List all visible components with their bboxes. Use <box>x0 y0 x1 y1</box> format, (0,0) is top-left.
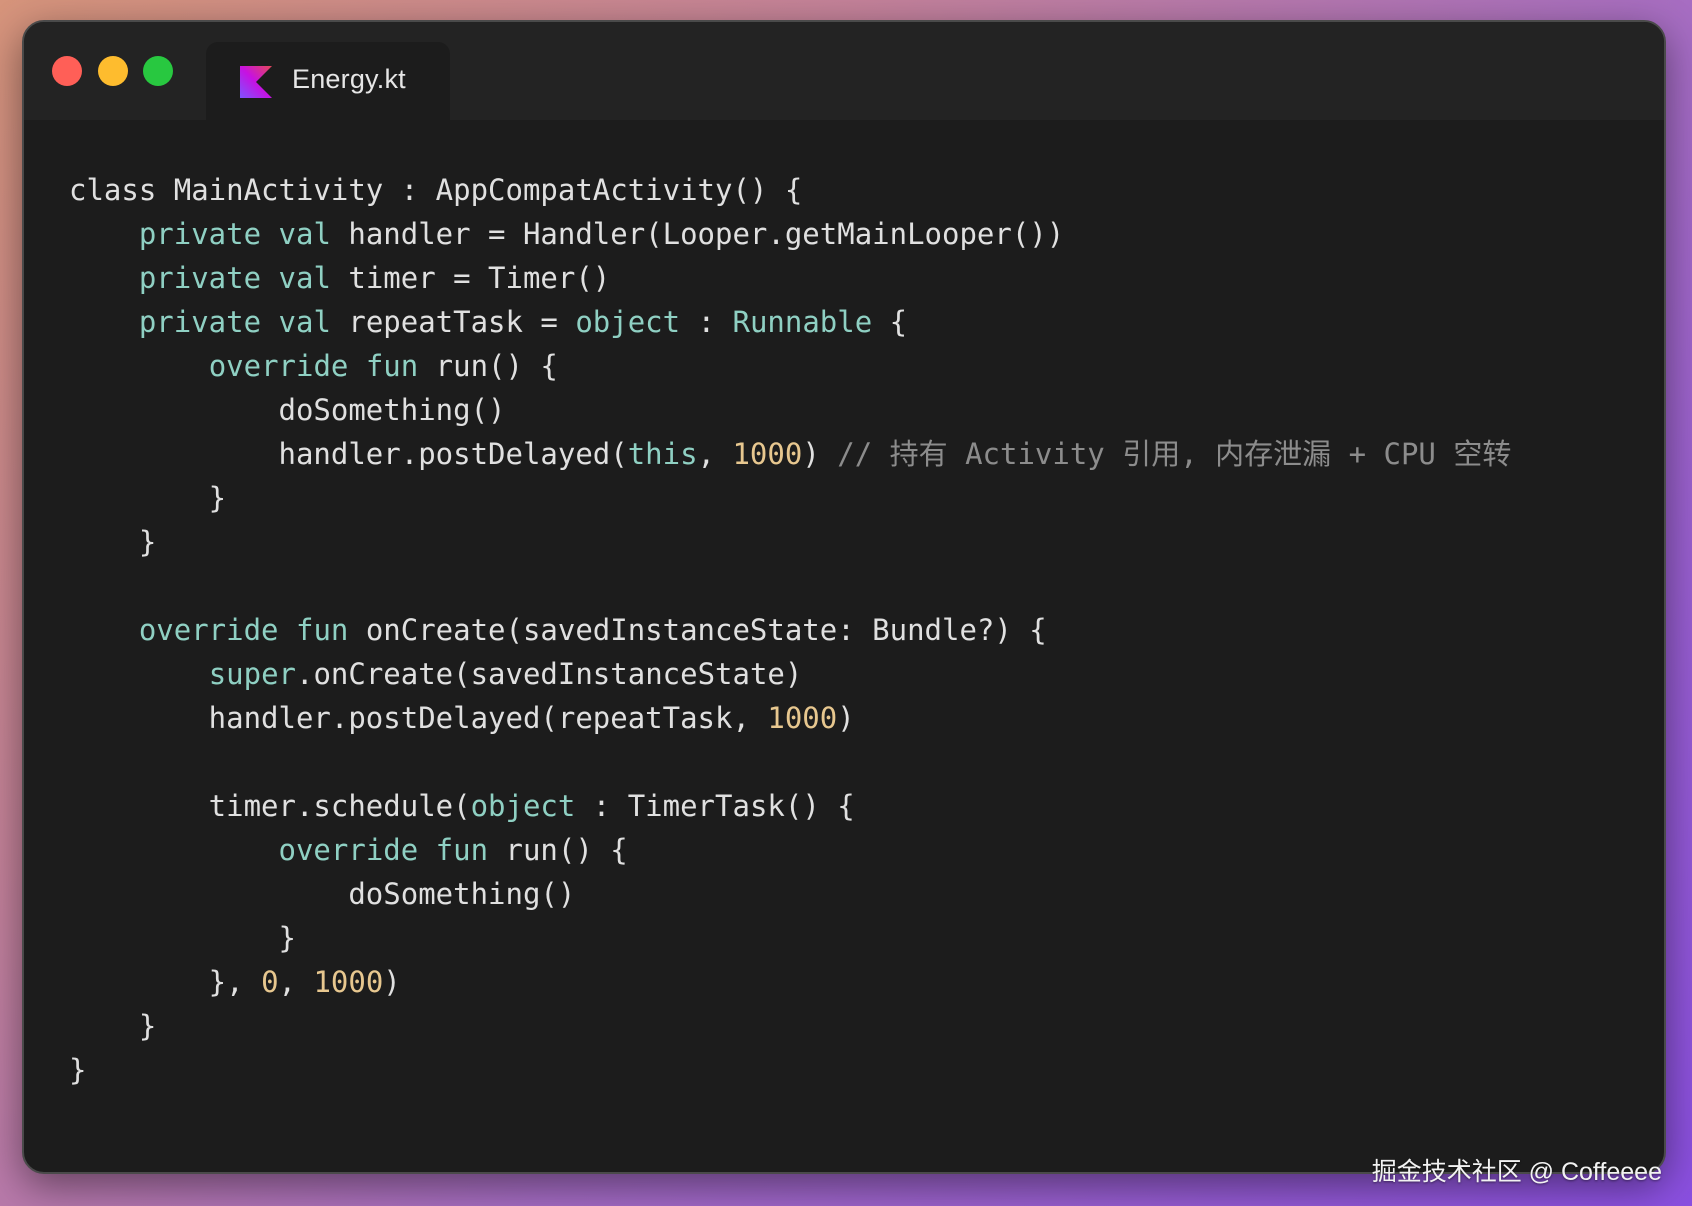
code-line: override fun run() { <box>69 828 1511 872</box>
code-text: } <box>69 1053 87 1087</box>
code-editor[interactable]: class MainActivity : AppCompatActivity()… <box>69 168 1511 1092</box>
code-number: 1000 <box>732 437 803 471</box>
code-keyword: object <box>470 789 576 823</box>
code-line: override fun onCreate(savedInstanceState… <box>69 608 1511 652</box>
code-text: ) <box>837 701 855 735</box>
code-line: doSomething() <box>69 872 1511 916</box>
code-line: private val timer = Timer() <box>69 256 1511 300</box>
code-comment: // 持有 Activity 引用, 内存泄漏 + CPU 空转 <box>837 437 1512 471</box>
code-line: super.onCreate(savedInstanceState) <box>69 652 1511 696</box>
code-keyword: super <box>208 657 296 691</box>
code-keyword: override fun <box>208 349 419 383</box>
code-keyword: private val <box>138 217 331 251</box>
code-text: handler.postDelayed(repeatTask, <box>69 701 768 735</box>
watermark: 掘金技术社区 @ Coffeeee <box>1371 1158 1662 1186</box>
code-text: handler.postDelayed( <box>69 437 628 471</box>
code-text: { <box>872 305 908 339</box>
code-line: private val repeatTask = object : Runnab… <box>69 300 1511 344</box>
close-window-button[interactable] <box>52 56 82 86</box>
code-line: } <box>69 1048 1511 1092</box>
code-line: private val handler = Handler(Looper.get… <box>69 212 1511 256</box>
code-text: } <box>69 1009 157 1043</box>
file-tab-energy-kt[interactable]: Energy.kt <box>206 42 450 120</box>
code-line: }, 0, 1000) <box>69 960 1511 1004</box>
title-bar: Energy.kt <box>24 22 1664 120</box>
code-text: } <box>69 921 296 955</box>
code-line: class MainActivity : AppCompatActivity()… <box>69 168 1511 212</box>
code-keyword: Runnable <box>732 305 873 339</box>
code-text: timer.schedule( <box>69 789 471 823</box>
code-keyword: override fun <box>138 613 349 647</box>
kotlin-icon <box>240 66 272 98</box>
code-text: ) <box>802 437 838 471</box>
code-text: class MainActivity : AppCompatActivity()… <box>69 173 803 207</box>
code-text: repeatTask = <box>330 305 576 339</box>
code-keyword: private val <box>138 261 331 295</box>
code-line: } <box>69 916 1511 960</box>
minimize-window-button[interactable] <box>98 56 128 86</box>
code-text: doSomething() <box>69 393 506 427</box>
editor-window: Energy.kt class MainActivity : AppCompat… <box>22 20 1666 1174</box>
code-text: , <box>278 965 314 999</box>
code-text: onCreate(savedInstanceState: Bundle?) { <box>348 613 1047 647</box>
code-line: } <box>69 520 1511 564</box>
code-number: 0 <box>261 965 279 999</box>
code-line: override fun run() { <box>69 344 1511 388</box>
code-keyword: override fun <box>278 833 489 867</box>
code-text: } <box>69 481 227 515</box>
code-number: 1000 <box>313 965 384 999</box>
code-line: } <box>69 1004 1511 1048</box>
code-line: handler.postDelayed(repeatTask, 1000) <box>69 696 1511 740</box>
code-text: ) <box>383 965 401 999</box>
tab-label: Energy.kt <box>292 64 406 94</box>
code-text: timer = Timer() <box>330 261 611 295</box>
code-text: doSomething() <box>69 877 576 911</box>
code-text: run() { <box>488 833 628 867</box>
code-keyword: object <box>575 305 681 339</box>
code-line: doSomething() <box>69 388 1511 432</box>
code-text: : <box>680 305 733 339</box>
zoom-window-button[interactable] <box>143 56 173 86</box>
code-line: timer.schedule(object : TimerTask() { <box>69 784 1511 828</box>
code-text: : TimerTask() { <box>575 789 855 823</box>
code-text: handler = Handler(Looper.getMainLooper()… <box>330 217 1065 251</box>
code-keyword: private val <box>138 305 331 339</box>
code-text: .onCreate(savedInstanceState) <box>296 657 803 691</box>
code-line: } <box>69 476 1511 520</box>
code-line: handler.postDelayed(this, 1000) // 持有 Ac… <box>69 432 1512 476</box>
code-text: , <box>697 437 733 471</box>
code-text: run() { <box>418 349 558 383</box>
code-number: 1000 <box>767 701 838 735</box>
code-text: } <box>69 525 157 559</box>
code-keyword: this <box>627 437 698 471</box>
code-text: }, <box>69 965 262 999</box>
